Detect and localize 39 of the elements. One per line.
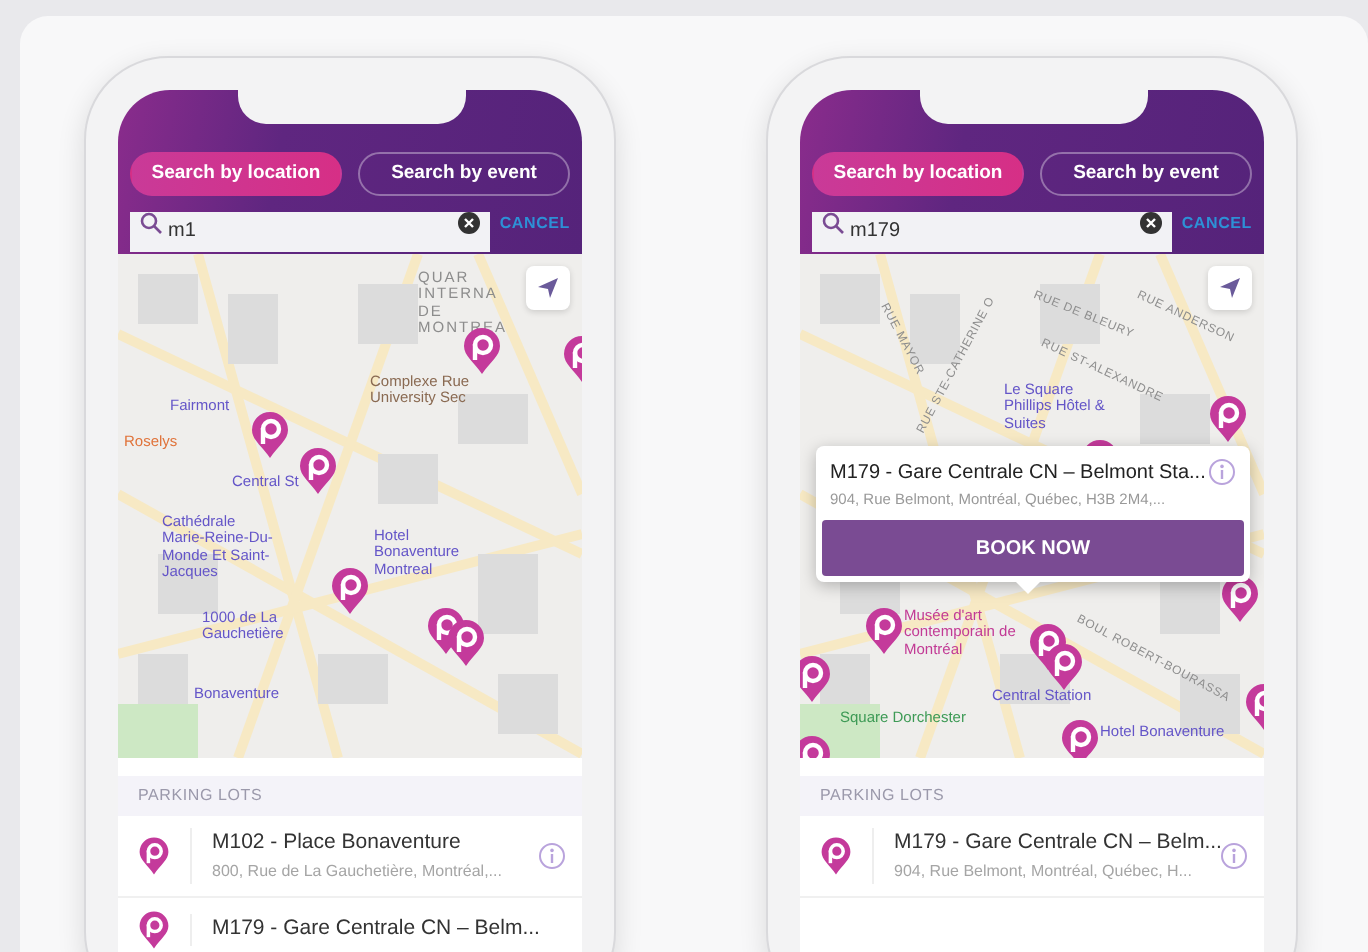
list-item[interactable]: M179 - Gare Centrale CN – Belm... 904, Rue Belmont, Montréal, Québec, H... bbox=[800, 816, 1264, 898]
lot-title: M179 - Gare Centrale CN – Belm... bbox=[894, 828, 1220, 858]
lot-address: 800, Rue de La Gauchetière, Montréal,... bbox=[212, 859, 504, 884]
parking-pin-icon[interactable] bbox=[800, 654, 832, 704]
parking-pin-icon[interactable] bbox=[1208, 394, 1248, 444]
book-now-button[interactable]: BOOK NOW bbox=[822, 520, 1244, 577]
lot-title: M179 - Gare Centrale CN – Belm... bbox=[212, 913, 542, 944]
info-icon bbox=[1220, 841, 1248, 870]
parking-pin-icon[interactable] bbox=[446, 618, 486, 668]
search-icon bbox=[140, 212, 162, 234]
locate-button[interactable] bbox=[526, 266, 570, 310]
clear-icon[interactable] bbox=[457, 212, 480, 234]
list-item[interactable]: M179 - Gare Centrale CN – Belm... bbox=[118, 897, 582, 952]
tab[interactable]: Search by location bbox=[812, 152, 1024, 196]
search-field[interactable]: m179 bbox=[812, 211, 1172, 251]
parking-pin-icon[interactable] bbox=[864, 606, 904, 656]
lot-address: 904, Rue Belmont, Montréal, Québec, H... bbox=[894, 859, 1194, 884]
navigation-arrow-icon bbox=[1218, 276, 1242, 300]
search-icon bbox=[822, 212, 844, 234]
navigation-arrow-icon bbox=[536, 276, 560, 300]
section-header: PARKING LOTS bbox=[118, 776, 582, 816]
tab[interactable]: Search by event bbox=[1040, 152, 1252, 196]
tab[interactable]: Search by location bbox=[130, 152, 342, 196]
lot-title: M179 - Gare Centrale CN – Belmont Sta... bbox=[830, 460, 1208, 488]
info-icon bbox=[538, 841, 566, 870]
tab[interactable]: Search by event bbox=[358, 152, 570, 196]
info-icon bbox=[1208, 458, 1236, 486]
parking-pin-icon[interactable] bbox=[1060, 718, 1100, 758]
parking-pin-icon[interactable] bbox=[1044, 642, 1084, 692]
parking-pin-icon[interactable] bbox=[250, 410, 290, 460]
lot-title: M102 - Place Bonaventure bbox=[212, 828, 463, 858]
parking-pin-icon[interactable] bbox=[298, 446, 338, 496]
parking-pin-icon[interactable] bbox=[330, 566, 370, 616]
list-item[interactable]: M102 - Place Bonaventure 800, Rue de La Gauchetière, Montréal,... bbox=[118, 816, 582, 898]
parking-pin-icon bbox=[820, 835, 852, 876]
search-field[interactable]: m1 bbox=[130, 211, 490, 251]
clear-icon[interactable] bbox=[1139, 212, 1162, 234]
section-header: PARKING LOTS bbox=[800, 776, 1264, 816]
parking-pin-icon bbox=[138, 835, 170, 876]
